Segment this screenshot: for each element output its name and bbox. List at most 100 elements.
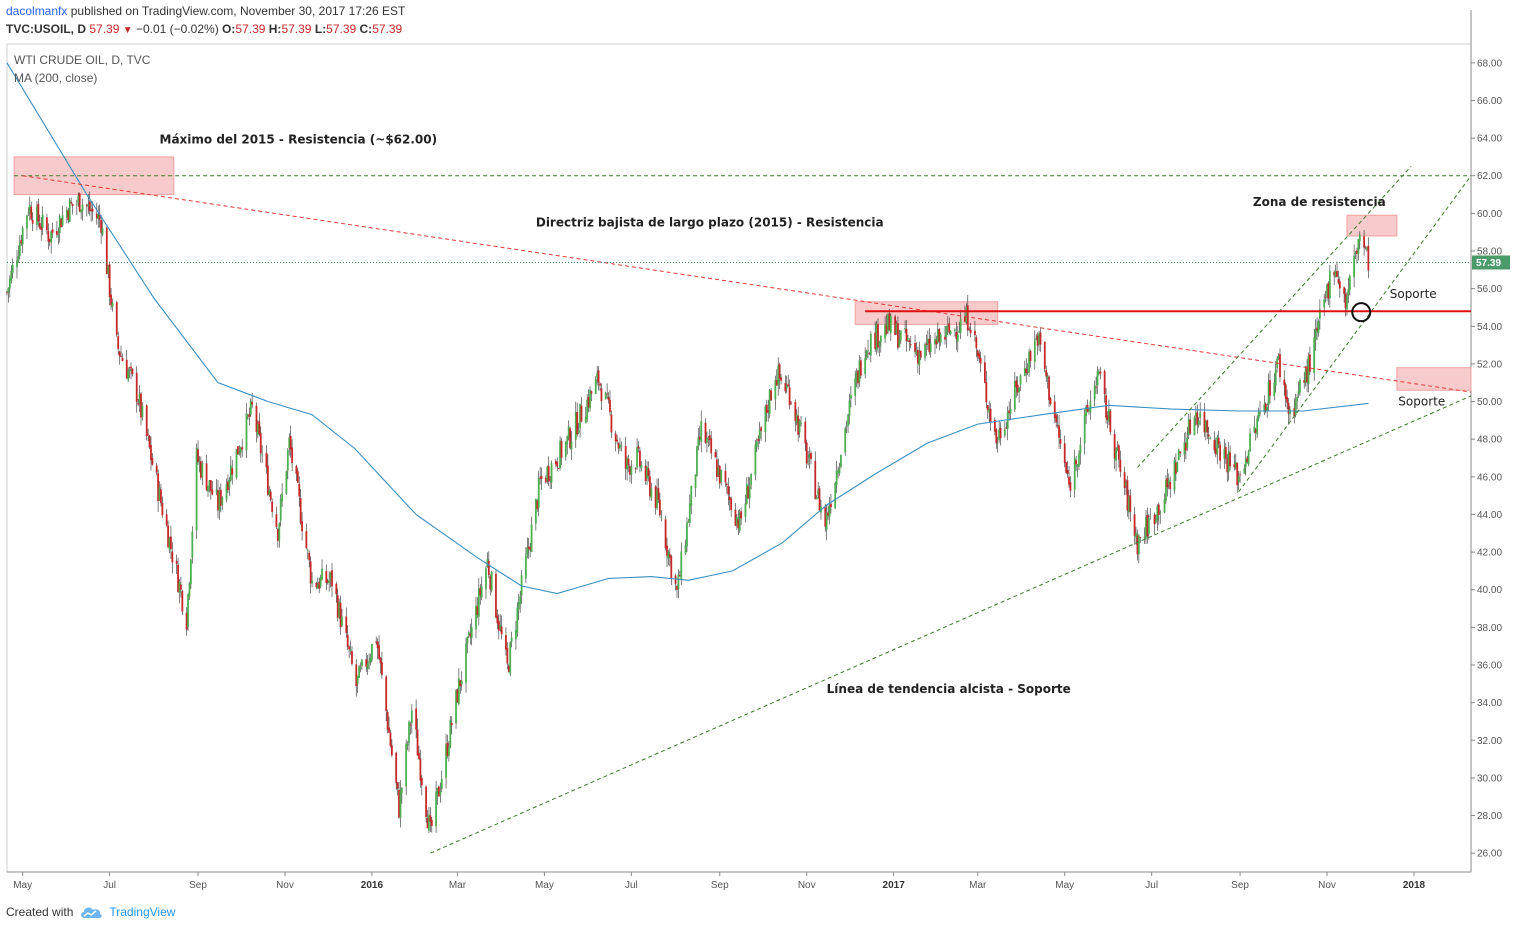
candle-body [430, 819, 433, 826]
candle-body [1296, 396, 1298, 401]
candle-body [265, 452, 268, 468]
tradingview-link[interactable]: TradingView [109, 905, 175, 919]
x-tick-label: Sep [711, 880, 729, 891]
candle-body [688, 503, 691, 523]
candle-body [18, 242, 21, 256]
candle-body [485, 568, 487, 590]
candle-body [221, 497, 224, 506]
x-tick-label: Nov [1318, 880, 1336, 891]
candle-body [848, 400, 851, 416]
candle-body [807, 460, 810, 462]
y-tick-label: 62.00 [1477, 171, 1502, 182]
y-tick-label: 28.00 [1477, 811, 1502, 822]
candle-body [727, 485, 730, 495]
candle-body [155, 465, 158, 473]
x-tick-label: 2017 [883, 880, 906, 891]
candle-body [1348, 275, 1351, 291]
candle-body [127, 371, 130, 380]
candle-body [720, 470, 723, 482]
candle-body [725, 483, 728, 486]
candle-body [755, 441, 758, 448]
candle-body [1133, 514, 1136, 536]
candle-body [1157, 504, 1160, 516]
candle-body [400, 788, 403, 794]
candle-body [830, 503, 832, 508]
candle-body [378, 645, 380, 659]
candle-body [406, 743, 409, 746]
candle-body [865, 350, 868, 359]
candle-body [450, 722, 453, 726]
candle-body [1336, 270, 1338, 277]
candle-body [197, 449, 199, 463]
candle-body [634, 468, 637, 470]
candle-body [361, 659, 363, 667]
y-tick-label: 60.00 [1477, 209, 1502, 220]
candle-body [171, 551, 174, 563]
candle-body [470, 627, 473, 638]
candle-body [924, 343, 926, 358]
candle-body [21, 227, 24, 245]
candle-body [754, 444, 757, 476]
candle-body [864, 358, 867, 375]
candle-body [1239, 474, 1241, 476]
candle-body [524, 555, 527, 579]
candle-body [381, 662, 383, 675]
candle-body [798, 420, 801, 433]
candle-body [627, 458, 630, 466]
candle-body [165, 514, 168, 526]
price-chart[interactable]: 26.00 28.00 30.00 32.00 34.00 36.00 38.00 40.00… [0, 0, 1517, 931]
created-with-text: Created with [6, 905, 74, 919]
candle-body [1095, 386, 1097, 388]
candle-body [1177, 449, 1180, 461]
candle-body [1363, 236, 1365, 248]
candle-body [1206, 420, 1209, 433]
candle-body [51, 229, 54, 233]
candle-body [425, 786, 428, 817]
candle-body [435, 791, 437, 827]
candle-body [1207, 434, 1210, 437]
candle-body [147, 434, 150, 436]
resistance-zone-label: Zona de resistencia [1253, 195, 1386, 209]
candle-body [814, 460, 817, 500]
candle-body [500, 626, 503, 635]
candle-body [439, 791, 442, 795]
candle-body [108, 264, 111, 297]
candle-body [1117, 445, 1120, 460]
candle-body [328, 580, 331, 584]
candle-body [1069, 482, 1072, 491]
candle-body [760, 427, 762, 431]
candle-body [241, 447, 244, 450]
candle-body [637, 446, 640, 449]
candle-body [1299, 379, 1301, 393]
candle-body [258, 421, 261, 434]
candle-body [189, 559, 192, 585]
candle-body [959, 319, 962, 333]
candle-body [1279, 353, 1281, 378]
candle-body [448, 747, 450, 756]
candle-body [1103, 371, 1106, 395]
candle-body [974, 330, 976, 336]
candle-body [405, 743, 408, 787]
candle-body [311, 580, 313, 584]
candle-body [510, 637, 513, 642]
candle-body [1063, 443, 1066, 463]
candle-body [1099, 371, 1102, 374]
candle-body [969, 329, 972, 334]
candle-body [607, 396, 610, 401]
candle-body [480, 586, 483, 598]
candle-body [111, 302, 114, 307]
candle-body [188, 583, 191, 597]
candle-body [275, 514, 278, 528]
candle-body [1009, 409, 1012, 415]
candle-body [1358, 234, 1361, 242]
candle-body [1043, 341, 1046, 369]
candle-body [460, 680, 463, 685]
downtrend-label: Directriz bajista de largo plazo (2015) … [536, 216, 884, 230]
candle-body [730, 498, 733, 510]
candle-body [1353, 255, 1356, 277]
x-tick-label: Jul [1145, 880, 1158, 891]
candle-body [509, 642, 512, 674]
candle-body [285, 471, 288, 494]
ma-legend: MA (200, close) [14, 71, 98, 85]
candle-body [1018, 387, 1021, 393]
